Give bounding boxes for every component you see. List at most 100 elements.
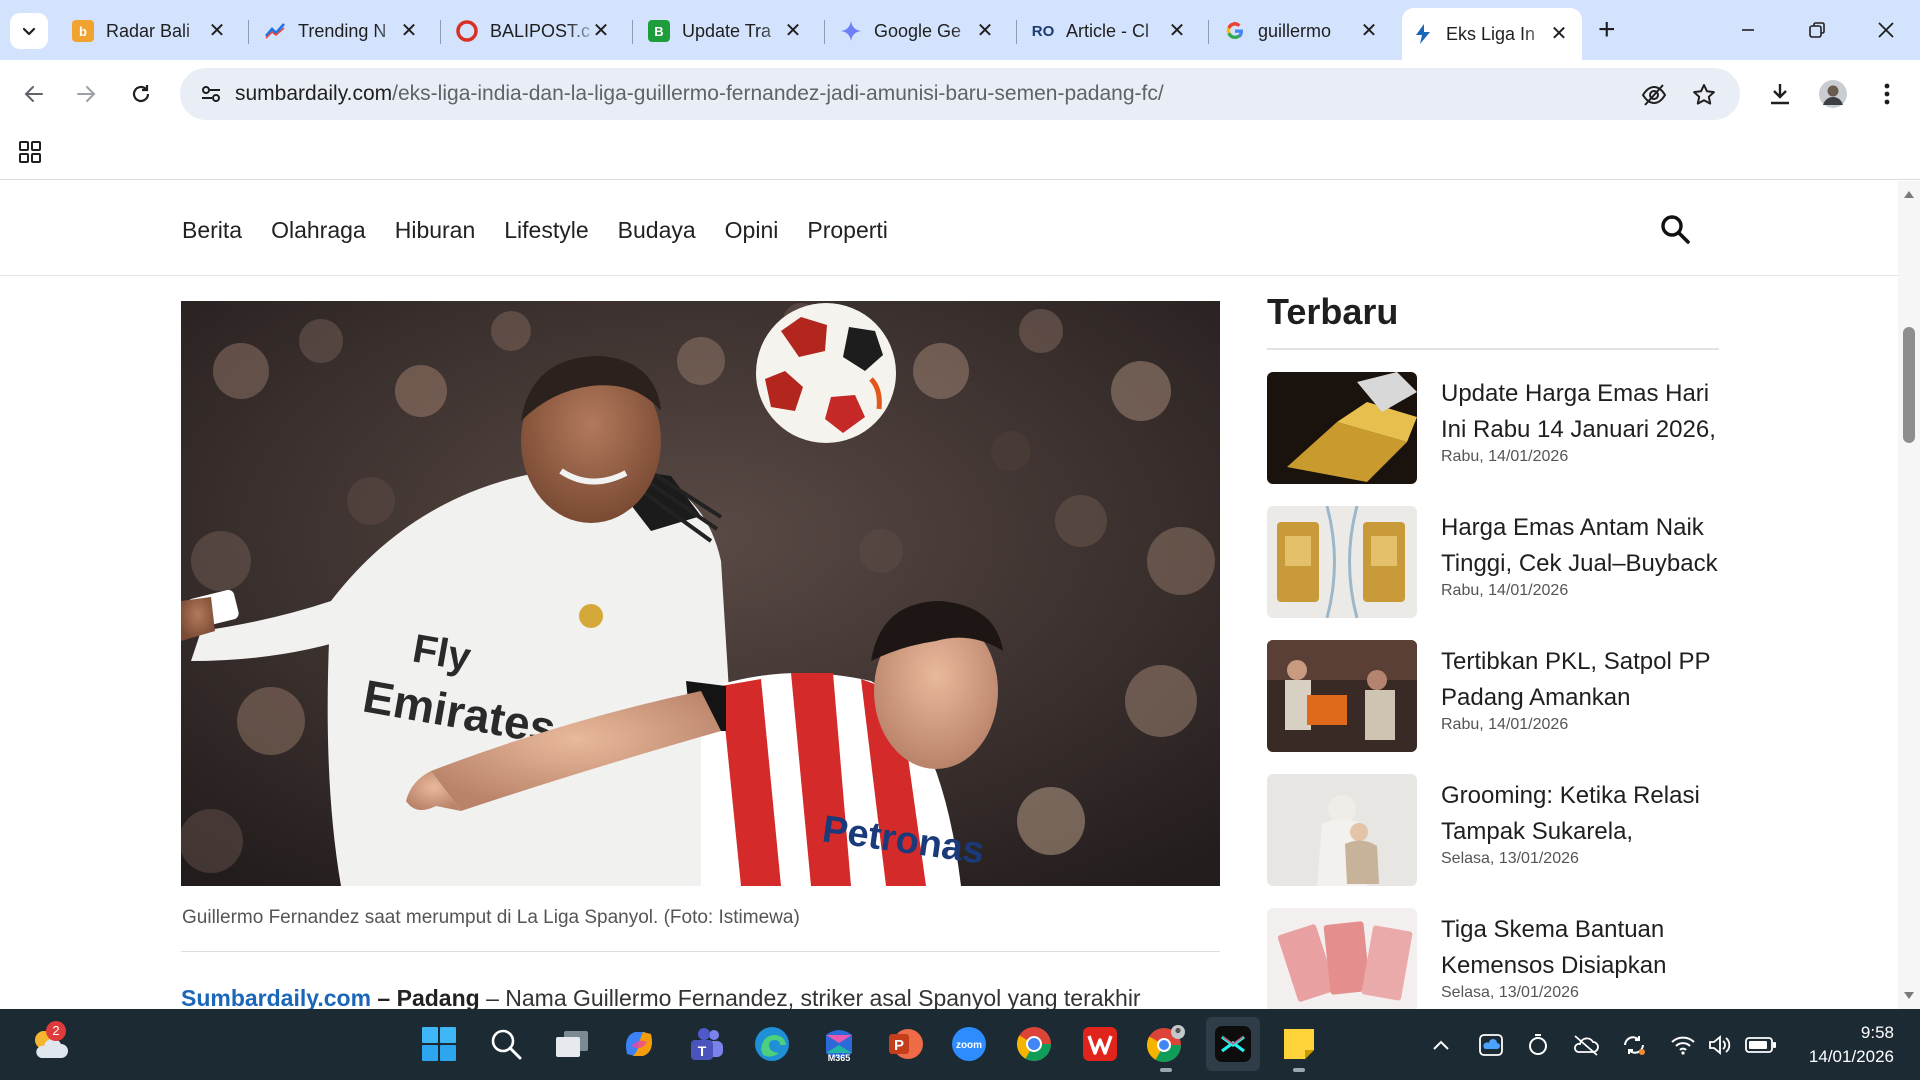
tab-label: Update Tra (682, 20, 772, 41)
tab-update[interactable]: B Update Tra ✕ (638, 10, 816, 52)
close-tab-icon[interactable]: ✕ (398, 20, 420, 42)
nav-budaya[interactable]: Budaya (618, 217, 696, 244)
rotate-icon (1529, 1034, 1547, 1055)
svg-text:T: T (698, 1043, 707, 1059)
scroll-down-icon[interactable] (1903, 991, 1915, 1001)
nav-berita[interactable]: Berita (182, 217, 242, 244)
tab-google-search[interactable]: guillermo ✕ (1214, 10, 1392, 52)
edge-app[interactable] (749, 1021, 795, 1067)
bookmark-star-icon[interactable] (1690, 81, 1718, 109)
volume-tray[interactable] (1705, 1031, 1735, 1059)
forward-button[interactable] (66, 74, 106, 114)
gemini-sparkle-icon (840, 20, 862, 42)
windows-taskbar: 2 T M365 P zoom 9:58 14/01/2026 (0, 1009, 1920, 1080)
profile-avatar[interactable] (1813, 74, 1853, 114)
cloud-sync-tray[interactable] (1571, 1031, 1601, 1059)
start-button[interactable] (416, 1021, 462, 1067)
battery-tray[interactable] (1743, 1031, 1779, 1059)
news-title[interactable]: Update Harga Emas Hari Ini Rabu 14 Janua… (1441, 376, 1719, 448)
tracking-protection-icon[interactable] (1640, 81, 1668, 109)
nav-olahraga[interactable]: Olahraga (271, 217, 366, 244)
tab-strip: b Radar Bali ✕ Trending N ✕ BALIPOST.c ✕… (0, 0, 1920, 60)
site-navigation: Berita Olahraga Hiburan Lifestyle Budaya… (0, 181, 1898, 276)
powerpoint-app[interactable]: P (882, 1021, 928, 1067)
news-item[interactable]: Update Harga Emas Hari Ini Rabu 14 Janua… (1267, 372, 1719, 486)
close-tab-icon[interactable]: ✕ (1166, 20, 1188, 42)
apps-grid-icon[interactable] (18, 140, 42, 169)
tab-label: Google Ge (874, 20, 962, 41)
news-title[interactable]: Tertibkan PKL, Satpol PP Padang Amankan (1441, 644, 1719, 716)
security-tray[interactable] (1523, 1031, 1553, 1059)
edge-icon (755, 1027, 789, 1061)
svg-text:P: P (894, 1037, 904, 1054)
notification-badge: 2 (46, 1021, 66, 1041)
wps-app[interactable] (1077, 1021, 1123, 1067)
tab-search-button[interactable] (10, 13, 48, 49)
tab-sumbardaily-active[interactable]: Eks Liga In ✕ (1402, 8, 1582, 60)
scroll-up-icon[interactable] (1903, 189, 1915, 199)
capcut-app[interactable] (1206, 1017, 1260, 1071)
close-tab-icon[interactable]: ✕ (974, 20, 996, 42)
tab-gemini[interactable]: Google Ge ✕ (830, 10, 1008, 52)
close-tab-icon[interactable]: ✕ (1548, 23, 1570, 45)
avatar-icon (1819, 80, 1847, 108)
task-view-button[interactable] (549, 1021, 595, 1067)
close-tab-icon[interactable]: ✕ (206, 20, 228, 42)
cloud-icon (1479, 1034, 1503, 1056)
page-scrollbar[interactable] (1898, 181, 1920, 1009)
news-thumbnail[interactable] (1267, 506, 1417, 618)
copilot-app[interactable] (616, 1021, 662, 1067)
news-thumbnail[interactable] (1267, 372, 1417, 484)
news-title[interactable]: Grooming: Ketika Relasi Tampak Sukarela, (1441, 778, 1719, 850)
sumbardaily-favicon-icon (1412, 23, 1434, 45)
news-item[interactable]: Tertibkan PKL, Satpol PP Padang Amankan … (1267, 640, 1719, 754)
nav-lifestyle[interactable]: Lifestyle (504, 217, 588, 244)
m365-app[interactable]: M365 (816, 1021, 862, 1067)
scroll-thumb[interactable] (1903, 327, 1915, 443)
chrome-menu-button[interactable] (1867, 74, 1907, 114)
close-tab-icon[interactable]: ✕ (1358, 20, 1380, 42)
tab-article[interactable]: RO Article - Cl ✕ (1022, 10, 1200, 52)
nav-opini[interactable]: Opini (725, 217, 779, 244)
chrome-profile-app[interactable] (1143, 1021, 1189, 1072)
news-title[interactable]: Tiga Skema Bantuan Kemensos Disiapkan (1441, 912, 1719, 984)
taskbar-search-button[interactable] (483, 1021, 529, 1067)
site-info-icon[interactable] (198, 81, 224, 107)
chrome-icon (1017, 1027, 1051, 1061)
tab-trending[interactable]: Trending N ✕ (254, 10, 432, 52)
new-tab-button[interactable]: + (1598, 14, 1616, 46)
reload-button[interactable] (121, 74, 161, 114)
close-tab-icon[interactable]: ✕ (590, 20, 612, 42)
address-bar[interactable]: sumbardaily.com/eks-liga-india-dan-la-li… (180, 68, 1740, 120)
wifi-tray[interactable] (1668, 1031, 1698, 1059)
svg-text:zoom: zoom (956, 1040, 982, 1051)
back-button[interactable] (14, 74, 54, 114)
nav-hiburan[interactable]: Hiburan (395, 217, 476, 244)
close-tab-icon[interactable]: ✕ (782, 20, 804, 42)
chrome-app[interactable] (1011, 1021, 1057, 1067)
system-clock[interactable]: 9:58 14/01/2026 (1794, 1021, 1894, 1069)
onedrive-tray[interactable] (1476, 1031, 1506, 1059)
zoom-app[interactable]: zoom (946, 1021, 992, 1067)
news-title[interactable]: Harga Emas Antam Naik Tinggi, Cek Jual–B… (1441, 510, 1719, 582)
news-thumbnail[interactable] (1267, 908, 1417, 1009)
tab-balipost[interactable]: BALIPOST.c ✕ (446, 10, 624, 52)
sticky-notes-app[interactable] (1276, 1021, 1322, 1072)
news-item[interactable]: Harga Emas Antam Naik Tinggi, Cek Jual–B… (1267, 506, 1719, 620)
news-thumbnail[interactable] (1267, 774, 1417, 886)
lead-brand-link[interactable]: Sumbardaily.com (181, 985, 371, 1009)
svg-text:M365: M365 (828, 1053, 851, 1063)
news-thumbnail[interactable] (1267, 640, 1417, 752)
search-icon[interactable] (1660, 214, 1690, 244)
close-window-button[interactable] (1866, 10, 1906, 50)
minimize-button[interactable] (1728, 10, 1768, 50)
tab-radarbali[interactable]: b Radar Bali ✕ (62, 10, 240, 52)
restore-button[interactable] (1797, 10, 1837, 50)
news-item[interactable]: Grooming: Ketika Relasi Tampak Sukarela,… (1267, 774, 1719, 888)
news-item[interactable]: Tiga Skema Bantuan Kemensos Disiapkan Se… (1267, 908, 1719, 1009)
teams-app[interactable]: T (683, 1021, 729, 1067)
nav-properti[interactable]: Properti (807, 217, 888, 244)
show-hidden-icons-button[interactable] (1426, 1031, 1456, 1059)
update-tray[interactable] (1619, 1031, 1649, 1059)
downloads-button[interactable] (1760, 74, 1800, 114)
